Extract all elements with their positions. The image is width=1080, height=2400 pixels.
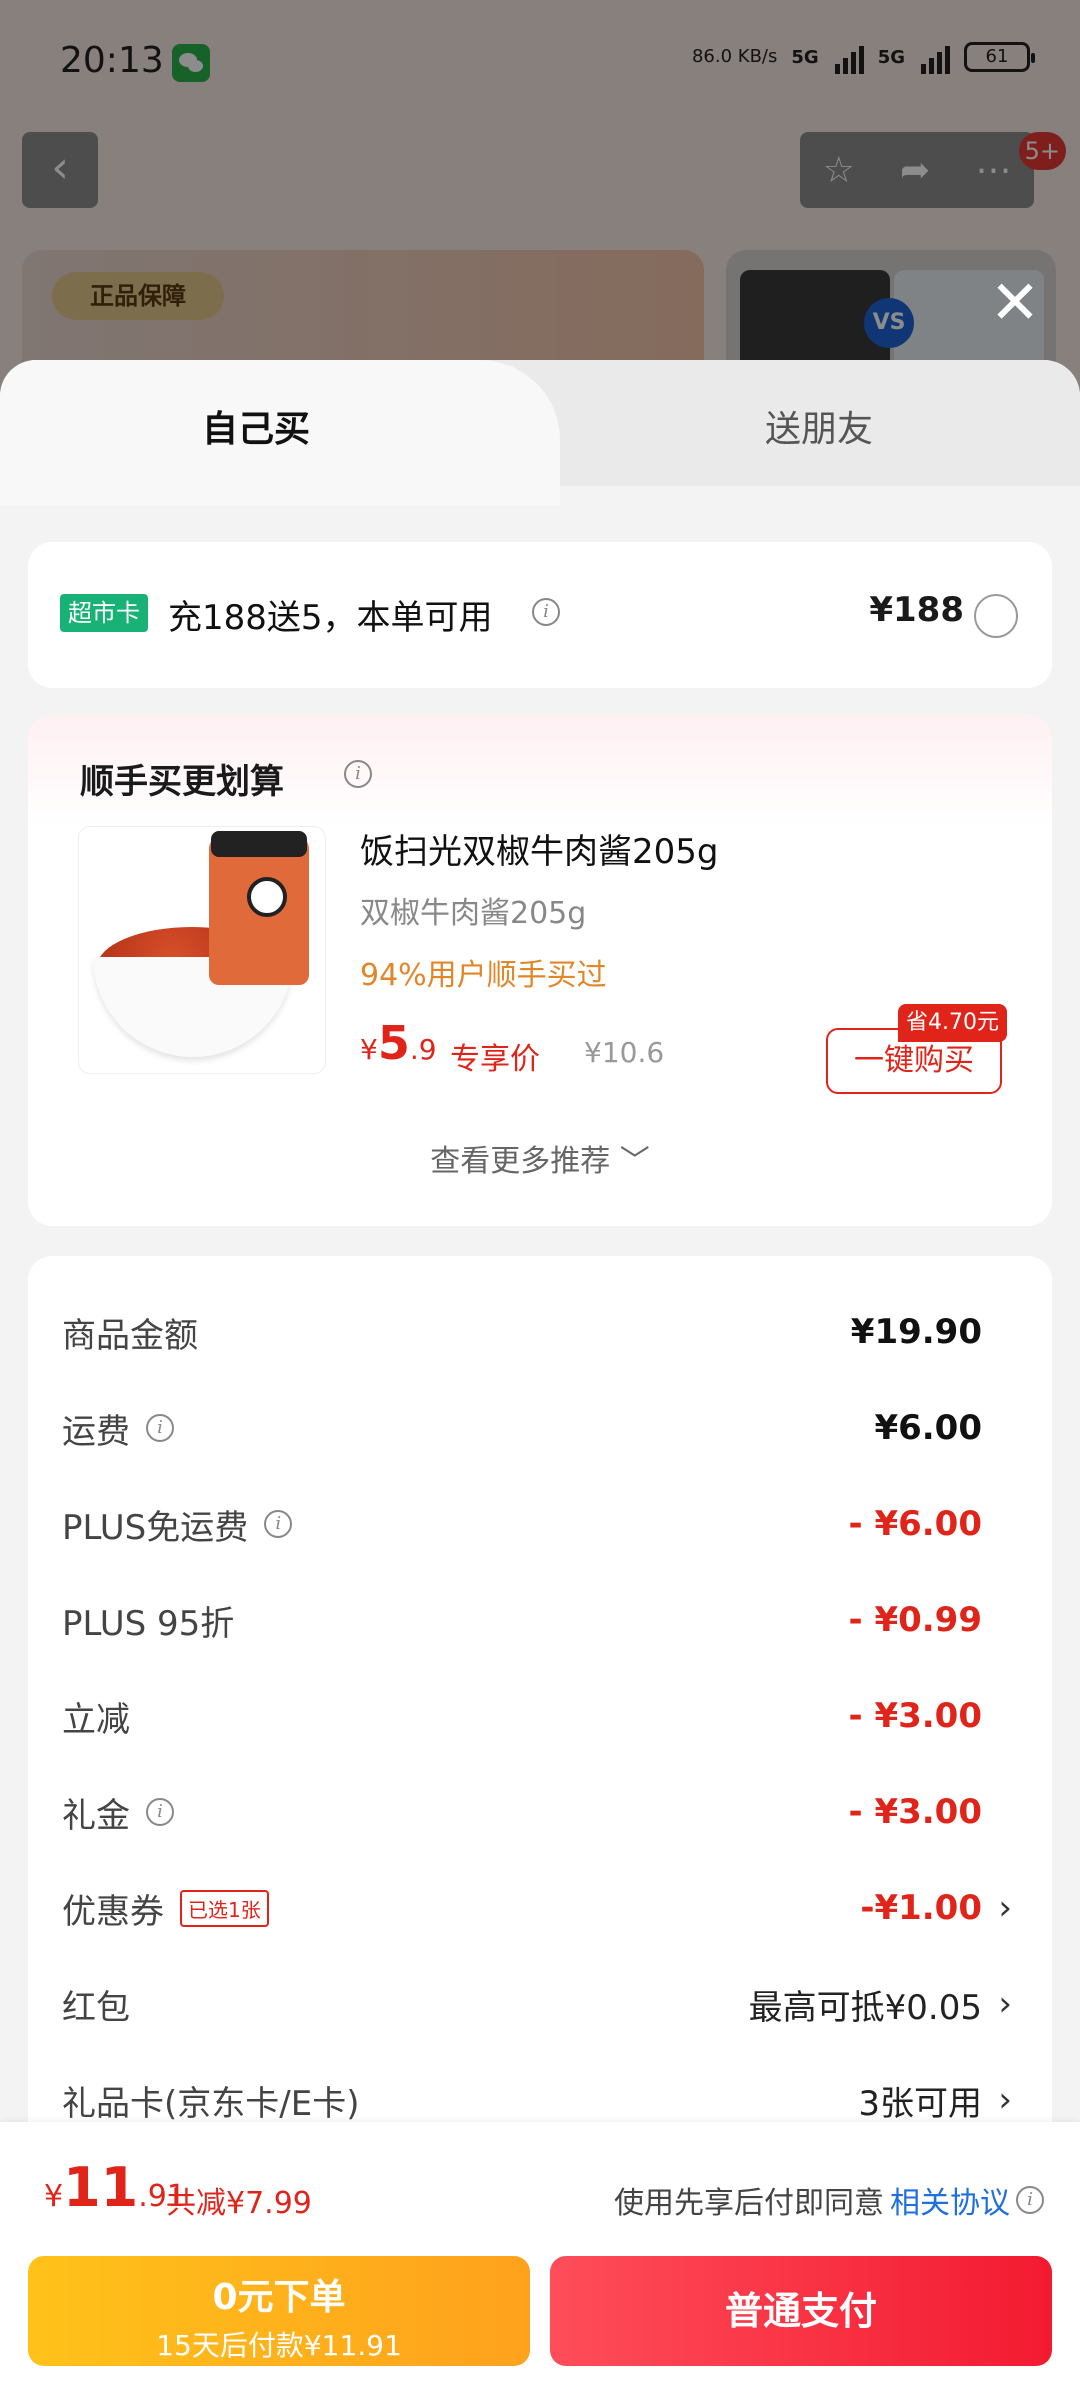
summary-row-coupon[interactable]: 优惠券 已选1张 -¥1.00 › — [62, 1878, 1012, 1938]
summary-row-red-packet[interactable]: 红包 最高可抵¥0.05 › — [62, 1974, 1012, 2034]
promo-radio[interactable] — [974, 594, 1018, 638]
summary-row-instant-reduction: 立减 - ¥3.00 — [62, 1686, 982, 1746]
row-value: - ¥6.00 — [848, 1504, 983, 1544]
product-image[interactable] — [78, 826, 326, 1074]
info-icon[interactable]: i — [264, 1510, 293, 1538]
zero-button-line2: 15天后付款¥11.91 — [156, 2329, 402, 2362]
info-icon[interactable]: i — [344, 760, 372, 788]
summary-row-plus-free-shipping: PLUS免运费 i - ¥6.00 — [62, 1494, 982, 1554]
panda-logo — [247, 877, 287, 917]
row-label: 红包 — [62, 1987, 130, 2028]
total-currency: ¥ — [44, 2179, 64, 2214]
price-currency: ¥ — [360, 1033, 378, 1066]
row-label: 运费 — [62, 1411, 130, 1452]
supermarket-card-promo[interactable]: 超市卡 充188送5，本单可用 i ¥188 — [28, 542, 1052, 688]
total-int: 11 — [63, 2156, 139, 2219]
zero-button-line1: 0元下单 — [212, 2277, 346, 2318]
price-int: 5 — [377, 1016, 410, 1070]
product-name[interactable]: 饭扫光双椒牛肉酱205g — [360, 824, 718, 873]
product-price: ¥5.9 — [360, 1016, 437, 1070]
exclusive-price-label: 专享价 — [450, 1042, 540, 1077]
row-value: 3张可用 — [858, 2083, 982, 2124]
tab-friend[interactable]: 送朋友 — [765, 400, 873, 452]
summary-row-gift-cash: 礼金 i - ¥3.00 — [62, 1782, 982, 1842]
chevron-right-icon[interactable]: › — [998, 1888, 1012, 1928]
row-label: 商品金额 — [62, 1315, 198, 1356]
close-icon[interactable]: ✕ — [985, 273, 1045, 335]
info-icon[interactable]: i — [532, 598, 560, 626]
product-spec: 双椒牛肉酱205g — [360, 896, 587, 931]
jar-lid-image — [211, 831, 307, 857]
row-value: - ¥3.00 — [848, 1792, 983, 1832]
coupon-selected-tag: 已选1张 — [180, 1889, 269, 1927]
promo-badge: 超市卡 — [60, 594, 148, 632]
row-value: 最高可抵¥0.05 — [748, 1987, 982, 2028]
save-badge: 省4.70元 — [898, 1004, 1007, 1042]
total-price: ¥11.91 — [44, 2156, 186, 2219]
row-value: -¥1.00 — [860, 1888, 982, 1928]
row-value: - ¥3.00 — [848, 1696, 983, 1736]
row-label-wrap: 礼金 i — [62, 1788, 174, 1837]
normal-pay-button[interactable]: 普通支付 — [550, 2256, 1052, 2366]
zero-yuan-order-button[interactable]: 0元下单 15天后付款¥11.91 — [28, 2256, 530, 2366]
row-label: 优惠券 — [62, 1891, 164, 1932]
row-label: 礼金 — [62, 1795, 130, 1836]
addon-title: 顺手买更划算 — [80, 762, 284, 802]
addon-card: 顺手买更划算 i 饭扫光双椒牛肉酱205g 双椒牛肉酱205g 94%用户顺手买… — [28, 716, 1052, 1226]
chevron-right-icon[interactable]: › — [998, 1984, 1012, 2024]
row-label-wrap: 优惠券 已选1张 — [62, 1884, 269, 1933]
bottom-bar: ¥11.91 共减¥7.99 使用先享后付即同意 相关协议 i 0元下单 15天后付… — [0, 2122, 1080, 2400]
agreement: 使用先享后付即同意 相关协议 i — [614, 2178, 1044, 2222]
more-recommendations-link[interactable]: 查看更多推荐 ﹀ — [28, 1136, 1052, 1180]
total-saved: 共减¥7.99 — [166, 2186, 312, 2221]
dim-overlay[interactable] — [0, 0, 1080, 400]
info-icon[interactable]: i — [1016, 2186, 1044, 2214]
row-label: PLUS 95折 — [62, 1603, 235, 1644]
promo-text: 充188送5，本单可用 — [168, 598, 493, 638]
agree-text: 使用先享后付即同意 — [614, 2186, 884, 2221]
product-buy-percent: 94%用户顺手买过 — [360, 958, 607, 993]
summary-row-plus-discount: PLUS 95折 - ¥0.99 — [62, 1590, 982, 1650]
row-value: ¥19.90 — [850, 1312, 982, 1352]
original-price: ¥10.6 — [584, 1036, 665, 1069]
summary-row-shipping: 运费 i ¥6.00 — [62, 1398, 982, 1458]
summary-row-goods: 商品金额 ¥19.90 — [62, 1302, 982, 1362]
row-label: 立减 — [62, 1699, 130, 1740]
info-icon[interactable]: i — [146, 1798, 174, 1826]
info-icon[interactable]: i — [146, 1414, 174, 1442]
row-label: PLUS免运费 — [62, 1507, 249, 1548]
row-value: ¥6.00 — [874, 1408, 982, 1448]
tab-bar: 自己买 送朋友 — [0, 360, 1080, 506]
row-value: - ¥0.99 — [848, 1600, 983, 1640]
row-label-wrap: 运费 i — [62, 1404, 174, 1453]
summary-row-gift-card[interactable]: 礼品卡(京东卡/E卡) 3张可用 › — [62, 2070, 1012, 2130]
agreement-link[interactable]: 相关协议 — [890, 2178, 1010, 2222]
promo-price: ¥188 — [869, 590, 964, 630]
tab-self[interactable]: 自己买 — [202, 400, 310, 452]
row-label-wrap: PLUS免运费 i — [62, 1500, 293, 1549]
row-label: 礼品卡(京东卡/E卡) — [62, 2083, 360, 2124]
price-dec: .9 — [409, 1033, 437, 1066]
chevron-right-icon[interactable]: › — [998, 2080, 1012, 2120]
checkout-sheet: 自己买 送朋友 超市卡 充188送5，本单可用 i ¥188 顺手买更划算 i … — [0, 360, 1080, 2400]
